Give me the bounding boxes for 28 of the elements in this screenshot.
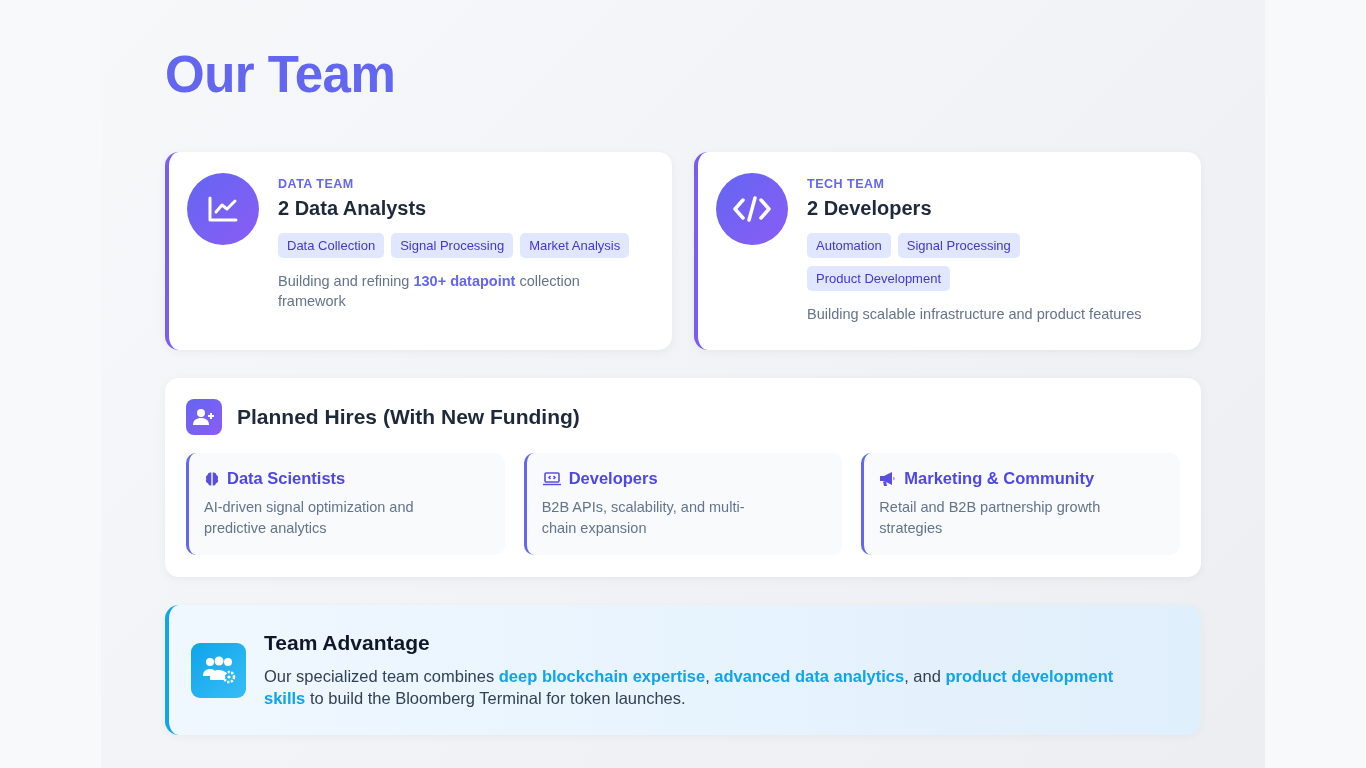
skill-tag: Product Development <box>807 266 950 291</box>
laptop-icon <box>541 470 562 487</box>
skill-tag: Data Collection <box>278 233 385 258</box>
skill-tag: Signal Processing <box>897 233 1020 258</box>
team-label: DATA TEAM <box>278 177 355 191</box>
skill-tag: Market Analysis <box>520 233 630 258</box>
add-user-icon <box>193 408 215 426</box>
role-description: Retail and B2B partnership growth strategies <box>879 498 1102 538</box>
page-title: Our Team <box>165 45 397 105</box>
role-title: Data Scientists <box>227 469 346 488</box>
code-icon <box>733 196 771 222</box>
skill-tag: Automation <box>807 233 891 258</box>
team-gear-icon <box>201 656 236 684</box>
team-label: TECH TEAM <box>807 177 886 191</box>
advantage-text: Our specialized team combines deep blockchain expertise, advanced data analytics, and product development skills to build the Bloomberg Terminal for token launches. <box>264 666 1115 709</box>
role-title: Developers <box>568 469 658 488</box>
team-description: Building scalable infrastructure and product features <box>807 305 1143 324</box>
brain-icon <box>204 470 220 487</box>
role-description: B2B APIs, scalability, and multi-chain expansion <box>541 498 746 538</box>
role-description: AI-driven signal optimization and predictive analytics <box>204 498 415 538</box>
section-heading: Planned Hires (With New Funding) <box>237 405 580 429</box>
team-heading: 2 Developers <box>807 197 933 220</box>
team-description: Building and refining 130+ datapoint collection framework <box>278 272 581 311</box>
line-chart-icon <box>208 196 238 222</box>
role-title: Marketing & Community <box>904 469 1095 488</box>
skill-tag: Signal Processing <box>391 233 514 258</box>
section-heading: Team Advantage <box>264 631 431 655</box>
team-heading: 2 Data Analysts <box>278 197 428 220</box>
